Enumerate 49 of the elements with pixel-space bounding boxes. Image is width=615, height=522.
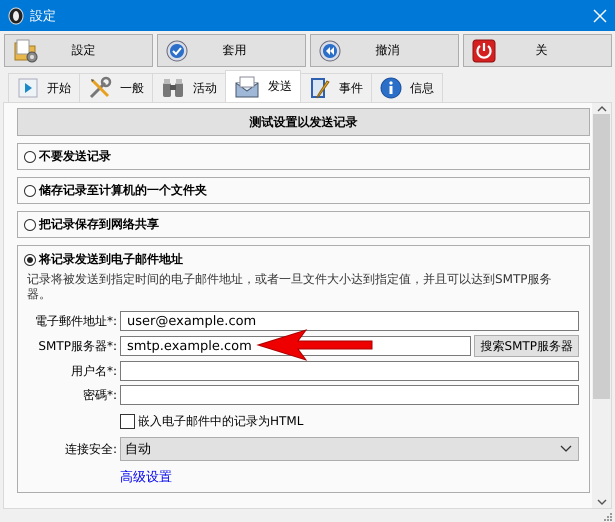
description-text: 记录将被发送到指定时间的电子邮件地址，或者一旦文件大小达到指定值，并且可以达到SMTP服务器。 — [27, 272, 553, 302]
input-field[interactable] — [120, 385, 579, 405]
info-icon — [380, 77, 402, 99]
field-label: 连接安全: — [64, 440, 117, 458]
document-pen-icon — [309, 76, 331, 100]
search-smtp-button[interactable]: 搜索SMTP服务器 — [474, 335, 579, 357]
close-icon[interactable] — [593, 8, 607, 22]
check-circle-icon — [166, 40, 188, 62]
field-label: 用户名*: — [70, 362, 117, 380]
toolbar-button[interactable]: 撤消 — [310, 34, 459, 67]
chevron-down-icon — [560, 445, 572, 453]
tools-icon — [88, 76, 112, 100]
app-icon — [8, 6, 24, 24]
envelope-icon — [234, 74, 260, 98]
scrollbar-thumb[interactable] — [593, 114, 610, 399]
rewind-circle-icon — [319, 40, 341, 62]
checkbox[interactable] — [120, 414, 135, 428]
play-icon — [17, 77, 39, 99]
field-label: SMTP服务器*: — [37, 338, 117, 354]
window-title: 設定 — [30, 8, 57, 24]
dropdown[interactable]: 自动 — [120, 437, 579, 461]
checkbox-label[interactable]: 嵌入电子邮件中的记录为HTML — [138, 412, 304, 430]
power-icon — [472, 38, 496, 62]
radio-label[interactable]: 将记录发送到电子邮件地址 — [39, 251, 183, 268]
radio-button[interactable] — [24, 184, 36, 196]
toolbar-button[interactable]: 关 — [463, 34, 612, 67]
tab[interactable]: 开始 — [8, 73, 80, 102]
radio-button[interactable] — [24, 254, 36, 266]
tab[interactable]: 发送 — [225, 70, 301, 102]
input-field[interactable] — [120, 361, 579, 381]
radio-button[interactable] — [24, 218, 36, 230]
advanced-settings-link[interactable]: 高级设置 — [120, 468, 172, 486]
radio-label[interactable]: 储存记录至计算机的一个文件夹 — [39, 182, 207, 199]
radio-label[interactable]: 把记录保存到网络共享 — [39, 216, 159, 233]
toolbar-button[interactable]: 設定 — [4, 34, 153, 67]
tab[interactable]: 信息 — [371, 73, 443, 102]
folder-gear-icon — [13, 38, 39, 64]
binoculars-icon — [161, 77, 185, 99]
radio-button[interactable] — [24, 150, 36, 162]
input-field[interactable]: user@example.com — [120, 311, 579, 331]
toolbar-button[interactable]: 套用 — [157, 34, 306, 67]
scrollbar[interactable] — [592, 103, 611, 508]
resize-grip-icon[interactable] — [604, 513, 612, 521]
field-label: 電子郵件地址*: — [34, 312, 117, 330]
section-header: 测试设置以发送记录 — [17, 108, 590, 136]
field-label: 密碼*: — [82, 386, 117, 404]
scroll-down-icon[interactable] — [596, 499, 606, 506]
radio-label[interactable]: 不要发送记录 — [39, 148, 111, 165]
scroll-up-icon[interactable] — [596, 105, 606, 112]
